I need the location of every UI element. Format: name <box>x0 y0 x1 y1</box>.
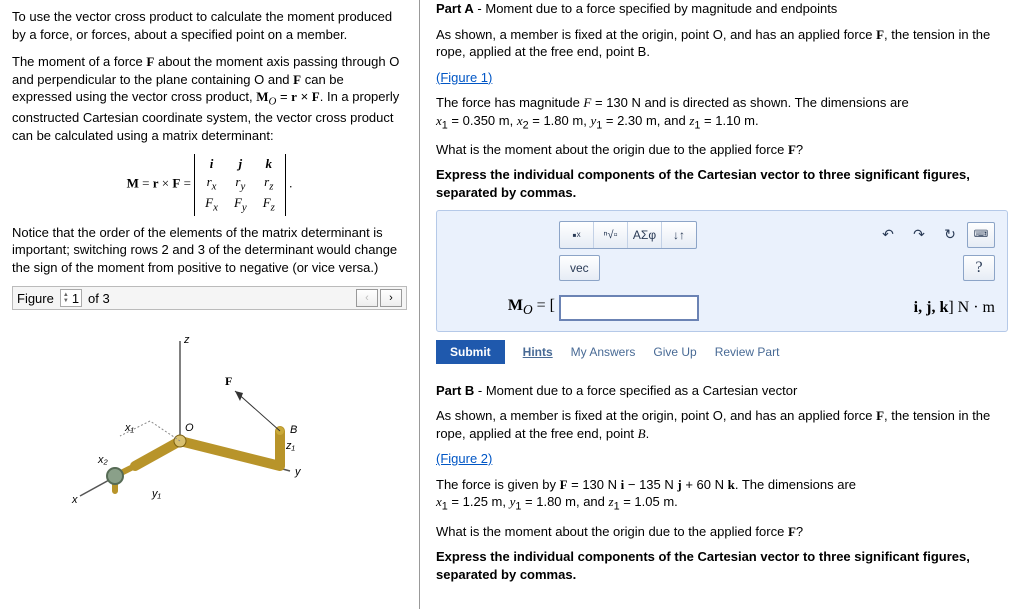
hints-link[interactable]: Hints <box>523 345 553 359</box>
part-a-instructions: Express the individual components of the… <box>436 166 1008 201</box>
svg-text:B: B <box>290 424 297 436</box>
intro-text: To use the vector cross product to calcu… <box>12 8 407 43</box>
svg-text:x₂: x₂ <box>97 454 109 466</box>
svg-text:x: x <box>71 494 78 506</box>
redo-icon[interactable]: ↷ <box>905 222 933 248</box>
figure-of: of 3 <box>88 291 110 306</box>
fraction-root-icon[interactable]: ⁿ√▫ <box>594 222 628 248</box>
subscript-icon[interactable]: ↓↑ <box>662 222 696 248</box>
reset-icon[interactable]: ↻ <box>936 222 964 248</box>
figure-next-button[interactable]: › <box>380 289 402 307</box>
determinant-formula: M = r × F = ijk rxryrz FxFyFz . <box>12 154 407 215</box>
svg-text:y: y <box>294 466 302 478</box>
greek-symbols-button[interactable]: ΑΣφ <box>628 222 662 248</box>
figure-image: z y x F O B x₁ x₂ y₁ z₁ <box>20 316 400 516</box>
learning-goal-pane: To use the vector cross product to calcu… <box>0 0 420 609</box>
figure-select[interactable]: ▲▼ 1 <box>60 289 82 307</box>
part-b-instructions: Express the individual components of the… <box>436 548 1008 583</box>
vec-button[interactable]: vec <box>559 255 600 281</box>
svg-text:O: O <box>185 422 194 434</box>
figure-2-link[interactable]: (Figure 2) <box>436 451 492 466</box>
figure-label: Figure <box>17 291 54 306</box>
equation-row: MO = [ i, j, k] N · m <box>449 295 995 321</box>
part-b-setup: As shown, a member is fixed at the origi… <box>436 407 1008 442</box>
part-b-question: What is the moment about the origin due … <box>436 523 1008 541</box>
parts-pane: Part A - Moment due to a force specified… <box>420 0 1024 609</box>
part-a-setup: As shown, a member is fixed at the origi… <box>436 26 1008 61</box>
answer-input[interactable] <box>559 295 699 321</box>
svg-text:z₁: z₁ <box>285 440 296 452</box>
theory-text: The moment of a force F about the moment… <box>12 53 407 144</box>
toolbar-row-2: vec ? <box>449 255 995 281</box>
svg-text:z: z <box>183 334 190 346</box>
figure-1-link[interactable]: (Figure 1) <box>436 70 492 85</box>
part-a-givens: The force has magnitude F = 130 N and is… <box>436 94 1008 133</box>
toolbar-row-1: ▪x ⁿ√▫ ΑΣφ ↓↑ ↶ ↷ ↻ ⌨ <box>449 221 995 249</box>
part-a-header: Part A - Moment due to a force specified… <box>436 0 1008 18</box>
submit-button[interactable]: Submit <box>436 340 505 364</box>
figure-selector-bar: Figure ▲▼ 1 of 3 ‹ › <box>12 286 407 310</box>
figure-prev-button[interactable]: ‹ <box>356 289 378 307</box>
note-text: Notice that the order of the elements of… <box>12 224 407 277</box>
control-row: Submit Hints My Answers Give Up Review P… <box>436 340 1008 364</box>
my-answers-link[interactable]: My Answers <box>571 345 636 359</box>
part-b-header: Part B - Moment due to a force specified… <box>436 382 1008 400</box>
svg-text:F: F <box>225 374 232 388</box>
review-part-link[interactable]: Review Part <box>715 345 780 359</box>
help-button[interactable]: ? <box>963 255 995 281</box>
template-icon[interactable]: ▪x <box>560 222 594 248</box>
answer-box: ▪x ⁿ√▫ ΑΣφ ↓↑ ↶ ↷ ↻ ⌨ vec ? MO = [ i, j,… <box>436 210 1008 332</box>
undo-icon[interactable]: ↶ <box>874 222 902 248</box>
give-up-link[interactable]: Give Up <box>653 345 696 359</box>
svg-text:y₁: y₁ <box>151 488 162 500</box>
part-a-question: What is the moment about the origin due … <box>436 141 1008 159</box>
part-b-givens: The force is given by F = 130 N i − 135 … <box>436 476 1008 515</box>
keyboard-icon[interactable]: ⌨ <box>967 222 995 248</box>
svg-text:x₁: x₁ <box>124 422 135 434</box>
stepper-arrows-icon: ▲▼ <box>63 292 69 304</box>
